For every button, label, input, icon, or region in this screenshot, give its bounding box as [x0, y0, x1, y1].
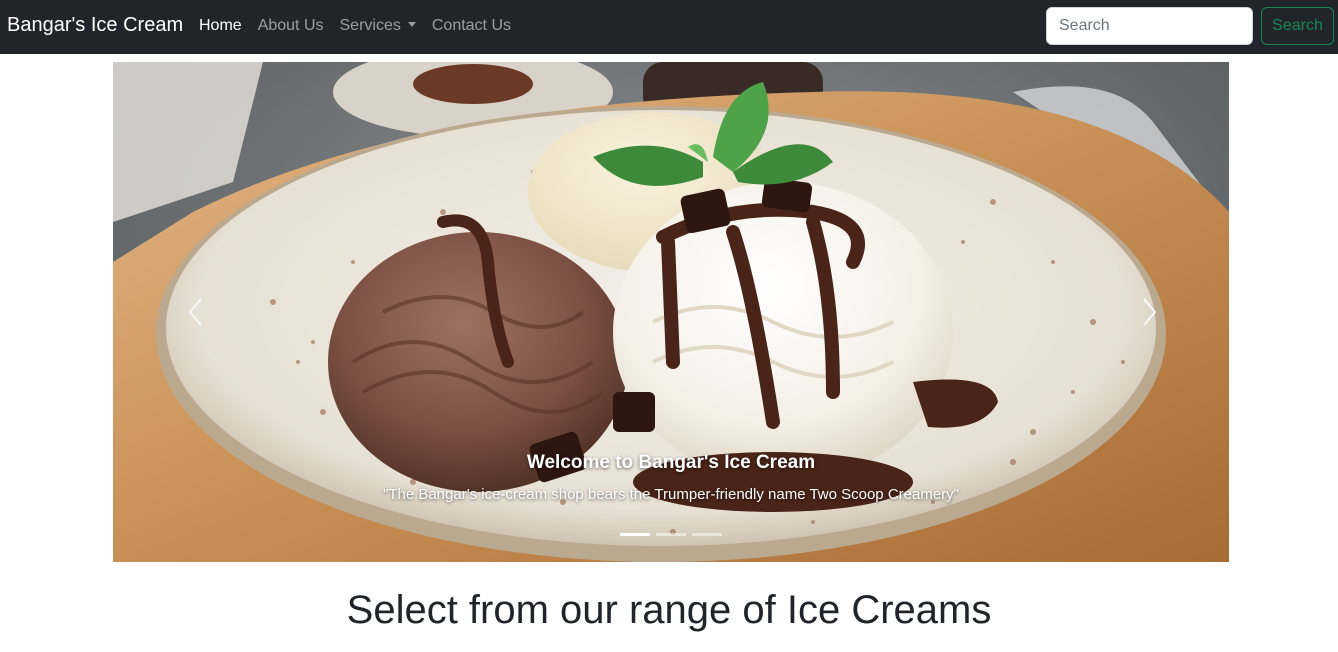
hero-carousel: Welcome to Bangar's Ice Cream "The Banga…: [113, 62, 1229, 562]
brand-logo-text[interactable]: Bangar's Ice Cream: [7, 14, 183, 37]
search-input[interactable]: [1046, 7, 1253, 45]
chevron-left-icon: [188, 298, 202, 326]
navbar: Bangar's Ice Cream Home About Us Service…: [0, 0, 1338, 54]
carousel-indicator-3[interactable]: [692, 533, 722, 536]
nav-services-dropdown[interactable]: Services: [340, 17, 416, 35]
carousel-indicators: [620, 533, 722, 536]
nav-links: Home About Us Services Contact Us: [199, 17, 527, 35]
carousel-caption-title: Welcome to Bangar's Ice Cream: [526, 452, 816, 473]
chevron-right-icon: [1143, 298, 1157, 326]
carousel-indicator-1[interactable]: [620, 533, 650, 536]
nav-about-link[interactable]: About Us: [258, 17, 324, 35]
carousel-caption-text: "The Bangar's ice-cream shop bears the T…: [383, 486, 959, 503]
nav-home-link[interactable]: Home: [199, 17, 242, 35]
nav-contact-link[interactable]: Contact Us: [432, 17, 511, 35]
carousel-indicator-2[interactable]: [656, 533, 686, 536]
nav-services-label: Services: [339, 17, 401, 34]
chevron-down-icon: [407, 22, 416, 27]
section-heading: Select from our range of Ice Creams: [346, 588, 992, 632]
search-button[interactable]: Search: [1261, 7, 1334, 45]
